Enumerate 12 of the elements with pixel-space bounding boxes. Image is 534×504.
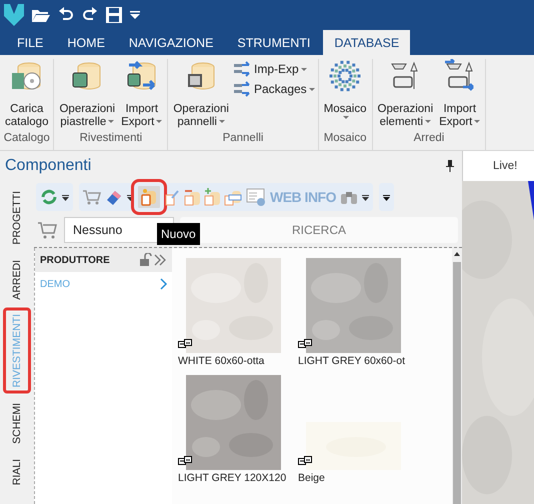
ribbon-group-label: Mosaico	[322, 132, 368, 146]
ribbon-group-label: Rivestimenti	[78, 132, 144, 146]
ribbon-group-label: Catalogo	[3, 132, 50, 146]
tile-caption: WHITE 60x60-otta	[178, 355, 264, 367]
tile-caption: Beige	[298, 472, 325, 484]
tile-caption: LIGHT GREY 120X120	[178, 472, 286, 484]
tooltip: Nuovo	[157, 223, 200, 245]
ribbon-group-label: Pannelli	[222, 132, 264, 146]
filter-header: PRODUTTORE	[40, 254, 110, 266]
panel-title: Componenti	[5, 157, 92, 175]
tile-caption: LIGHT GREY 60x60-ot	[298, 355, 405, 367]
ribbon-group-label: Arredi	[412, 132, 446, 146]
